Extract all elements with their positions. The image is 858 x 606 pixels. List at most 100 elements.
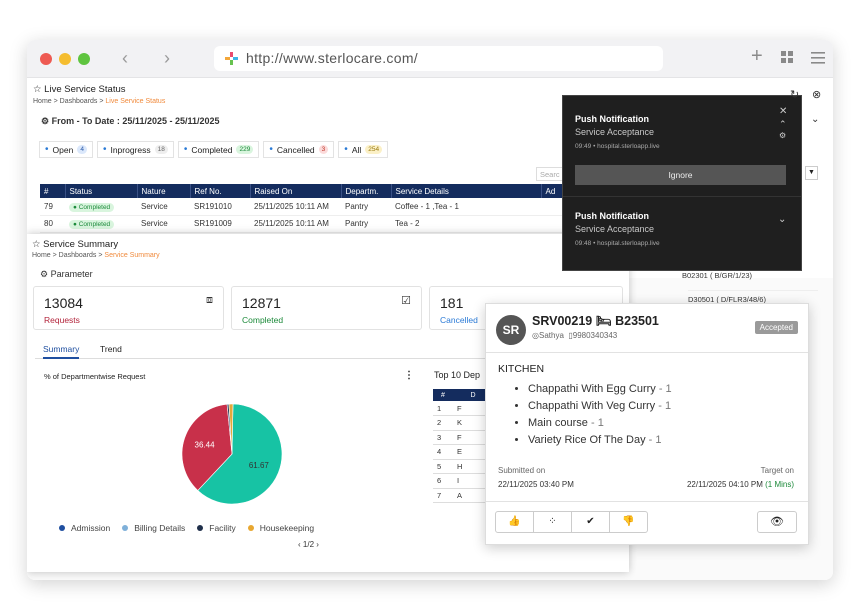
back-icon[interactable]: ‹: [122, 48, 128, 69]
table-row[interactable]: 3F: [433, 430, 493, 445]
new-tab-icon[interactable]: +: [751, 45, 763, 68]
order-actions: 👍 ⁘ ✔ 👎: [495, 511, 648, 533]
chart-title: % of Departmentwise Request: [44, 372, 146, 381]
ignore-button[interactable]: Ignore: [575, 165, 786, 185]
grid-icon[interactable]: [781, 49, 794, 69]
site-logo-icon: [225, 52, 238, 65]
pill-inprogress[interactable]: • Inprogress 18: [96, 141, 174, 158]
table-row[interactable]: 7A: [433, 488, 493, 503]
check-circle-icon[interactable]: ✔: [572, 512, 610, 532]
table-row[interactable]: 6I: [433, 473, 493, 489]
status-badge: Accepted: [754, 321, 798, 334]
menu-icon[interactable]: [811, 49, 825, 69]
completed-card[interactable]: 12871 Completed ☑: [231, 286, 422, 330]
table-row[interactable]: 80 ● Completed Service SR191009 25/11/2025…: [40, 215, 571, 233]
legend-item[interactable]: Billing Details: [122, 523, 185, 533]
date-filter[interactable]: ⚙ From - To Date : 25/11/2025 - 25/11/20…: [41, 116, 220, 127]
tab-summary[interactable]: Summary: [43, 344, 80, 359]
column-header[interactable]: Status: [65, 184, 138, 198]
forward-icon[interactable]: ›: [164, 48, 170, 69]
tab-trend[interactable]: Trend: [100, 344, 122, 354]
table-row[interactable]: 4E: [433, 444, 493, 460]
legend-item[interactable]: Housekeeping: [247, 523, 314, 533]
star-icon[interactable]: ☆: [32, 239, 41, 250]
star-icon[interactable]: ☆: [33, 84, 42, 95]
table-row[interactable]: 5H: [433, 459, 493, 474]
chevron-up-icon[interactable]: ⌃: [779, 119, 787, 130]
table-row[interactable]: 2K: [433, 415, 493, 431]
dropdown-toggle[interactable]: ▼: [805, 166, 818, 180]
maximize-window-button[interactable]: [78, 53, 90, 65]
breadcrumb-home[interactable]: Home: [33, 98, 52, 105]
eye-icon[interactable]: 👁: [757, 511, 797, 533]
list-item: Variety Rice Of The Day - 1: [528, 434, 672, 451]
clipboard-check-icon: ☑: [401, 295, 411, 307]
pagination[interactable]: ‹ 1/2 ›: [298, 540, 319, 549]
address-bar[interactable]: http://www.sterlocare.com/: [214, 46, 663, 71]
target-time: 22/11/2025 04:10 PM (1 Mins): [686, 480, 794, 489]
breadcrumb: Home > Dashboards > Live Service Status: [33, 98, 166, 105]
breadcrumb-dashboards[interactable]: Dashboards: [59, 252, 97, 259]
target-delta: (1 Mins): [765, 480, 794, 489]
breadcrumb-current: Live Service Status: [105, 98, 166, 105]
column-header[interactable]: Ref No.: [190, 184, 251, 198]
gear-icon[interactable]: ⚙: [779, 131, 786, 140]
card-label: Requests: [44, 315, 80, 325]
breadcrumb-home[interactable]: Home: [32, 252, 51, 259]
legend-item[interactable]: Facility: [197, 523, 236, 533]
pill-open[interactable]: • Open 4: [39, 141, 93, 158]
section-title: KITCHEN: [498, 363, 545, 375]
notification-meta: 09:49 • hospital.sterloapp.live: [575, 143, 660, 150]
column-header[interactable]: Departm.: [341, 184, 392, 198]
close-icon[interactable]: ✕: [779, 106, 787, 117]
room-number: B23501: [615, 314, 659, 328]
order-ref: SRV00219: [532, 314, 593, 328]
pie-data-label: 61.67: [249, 461, 270, 470]
column-header[interactable]: Service Details: [391, 184, 542, 198]
breadcrumb: Home > Dashboards > Service Summary: [32, 252, 160, 259]
card-label: Cancelled: [440, 315, 478, 325]
card-label: Completed: [242, 315, 284, 325]
count-badge: 18: [154, 145, 168, 154]
user-icon: ◎: [532, 331, 539, 340]
close-window-button[interactable]: [40, 53, 52, 65]
close-circle-icon[interactable]: ⊗: [812, 88, 821, 101]
order-contact: ◎Sathya ▯9980340343: [532, 331, 618, 340]
breadcrumb-current: Service Summary: [104, 252, 160, 259]
list-item: Chappathi With Veg Curry - 1: [528, 400, 672, 417]
spinner-icon[interactable]: ⁘: [534, 512, 572, 532]
breadcrumb-dashboards[interactable]: Dashboards: [60, 98, 98, 105]
legend-item[interactable]: Admission: [59, 523, 110, 533]
more-options-icon[interactable]: ⋮: [404, 370, 414, 381]
notification-meta: 09:48 • hospital.sterloapp.live: [575, 240, 660, 247]
table-row[interactable]: 1F: [433, 401, 493, 416]
gear-icon: ⚙: [40, 269, 49, 279]
submitted-label: Submitted on: [498, 466, 546, 475]
pie-chart: 61.67 36.44: [181, 403, 283, 505]
column-header[interactable]: Raised On: [250, 184, 342, 198]
submitted-time: 22/11/2025 03:40 PM: [498, 480, 574, 489]
bed-icon: 🛏: [595, 314, 612, 328]
refresh-icon[interactable]: ↻: [790, 88, 799, 101]
thumbs-down-icon[interactable]: 👎: [610, 512, 647, 532]
parameter-filter[interactable]: ⚙ Parameter: [40, 269, 93, 280]
requests-card[interactable]: 13084 Requests ⧈: [33, 286, 224, 330]
table-row[interactable]: 79 ● Completed Service SR191010 25/11/2025…: [40, 198, 571, 216]
pill-cancelled[interactable]: • Cancelled 3: [263, 141, 335, 158]
card-value: 181: [440, 295, 464, 311]
order-items: Chappathi With Egg Curry - 1 Chappathi W…: [528, 383, 672, 451]
pill-completed[interactable]: • Completed 229: [177, 141, 260, 158]
column-header[interactable]: #: [40, 184, 66, 198]
column-header[interactable]: Nature: [137, 184, 191, 198]
chevron-down-icon[interactable]: ⌄: [778, 214, 786, 225]
table-header: # Status Nature Ref No. Raised On Depart…: [40, 184, 572, 198]
chevron-down-icon[interactable]: ⌄: [811, 114, 819, 125]
service-table: # Status Nature Ref No. Raised On Depart…: [40, 184, 572, 233]
minimize-window-button[interactable]: [59, 53, 71, 65]
target-label: Target on: [760, 466, 794, 475]
count-badge: 4: [77, 145, 87, 154]
location-cell: D30501 ( D/FLR3/48/6): [688, 290, 818, 304]
pill-all[interactable]: • All 254: [338, 141, 389, 158]
url-text: http://www.sterlocare.com/: [246, 50, 418, 66]
thumbs-up-icon[interactable]: 👍: [496, 512, 534, 532]
